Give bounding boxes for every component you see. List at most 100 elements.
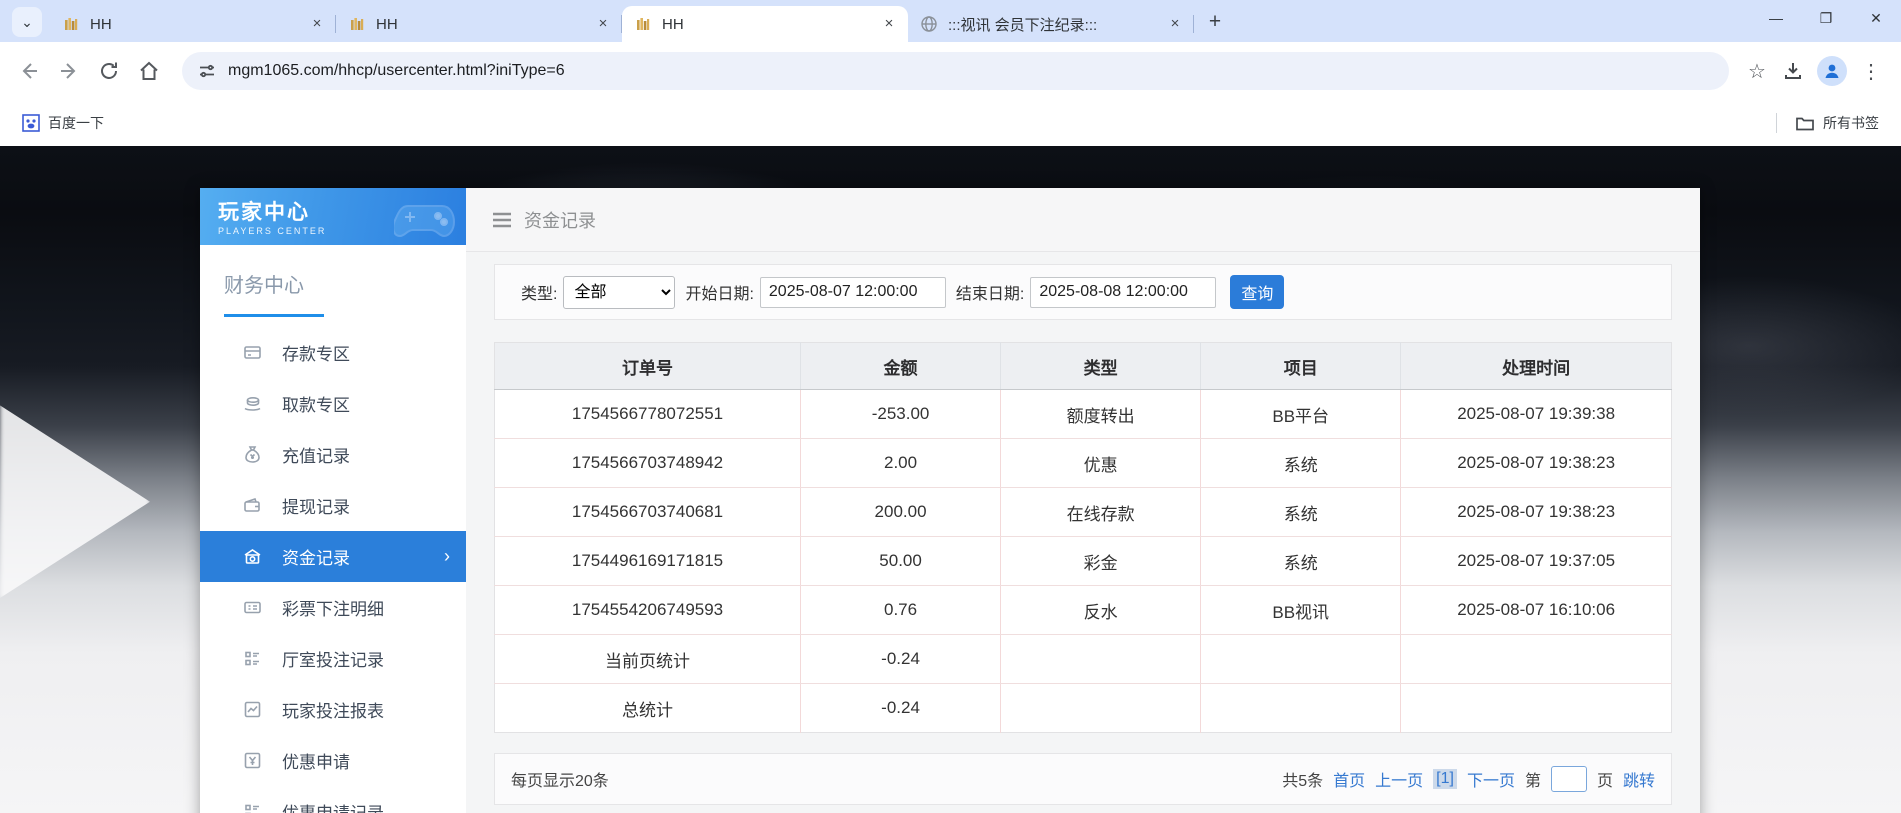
browser-toolbar: mgm1065.com/hhcp/usercenter.html?iniType… xyxy=(0,42,1901,100)
sidebar-menu: 存款专区 取款专区 充值记录 xyxy=(200,327,466,813)
sidebar: 玩家中心 PLAYERS CENTER 财务中心 存款专区 xyxy=(200,188,466,813)
tab-strip: ⌄ HH × HH × HH × :::视讯 会员下注 xyxy=(0,0,1901,42)
table-cell xyxy=(1401,684,1672,733)
forward-icon[interactable] xyxy=(52,54,86,88)
table-cell: 1754496169171815 xyxy=(495,537,801,586)
table-cell: 2025-08-07 19:37:05 xyxy=(1401,537,1672,586)
menu-dots-icon[interactable]: ⋮ xyxy=(1853,53,1889,89)
table-cell: 2.00 xyxy=(801,439,1001,488)
sidebar-item-label: 彩票下注明细 xyxy=(282,595,384,620)
url-text[interactable]: mgm1065.com/hhcp/usercenter.html?iniType… xyxy=(228,62,565,80)
column-header: 项目 xyxy=(1201,343,1401,390)
content-header: 资金记录 xyxy=(466,188,1700,252)
table-cell: 优惠 xyxy=(1001,439,1201,488)
table-cell xyxy=(1001,635,1201,684)
table-cell: 反水 xyxy=(1001,586,1201,635)
table-cell: 当前页统计 xyxy=(495,635,801,684)
tab-title: HH xyxy=(376,16,594,33)
download-icon[interactable] xyxy=(1775,53,1811,89)
prev-page-link[interactable]: 上一页 xyxy=(1375,767,1423,791)
toolbar-right: ☆ ⋮ xyxy=(1739,53,1889,89)
tab-4[interactable]: :::视讯 会员下注纪录::: × xyxy=(908,6,1194,42)
wallet-icon xyxy=(242,496,262,516)
table-cell: -0.24 xyxy=(801,684,1001,733)
bookmark-star-icon[interactable]: ☆ xyxy=(1739,53,1775,89)
table-cell xyxy=(1201,684,1401,733)
current-page-badge: [1] xyxy=(1433,769,1457,789)
back-icon[interactable] xyxy=(12,54,46,88)
tab-search-button[interactable]: ⌄ xyxy=(12,7,42,37)
table-cell: BB视讯 xyxy=(1201,586,1401,635)
promo-gift-icon xyxy=(242,751,262,771)
tab-close-icon[interactable]: × xyxy=(880,15,898,33)
sidebar-header: 玩家中心 PLAYERS CENTER xyxy=(200,188,466,245)
per-page-text: 每页显示20条 xyxy=(511,767,609,791)
sidebar-item-deposit-zone[interactable]: 存款专区 xyxy=(200,327,466,378)
url-bar[interactable]: mgm1065.com/hhcp/usercenter.html?iniType… xyxy=(182,52,1729,90)
withdraw-hand-icon xyxy=(242,394,262,414)
end-date-input[interactable] xyxy=(1030,277,1216,308)
close-window-icon[interactable]: ✕ xyxy=(1851,0,1901,36)
web-page: 玩家中心 PLAYERS CENTER 财务中心 存款专区 xyxy=(0,146,1901,813)
sidebar-item-withdrawal-records[interactable]: 提现记录 xyxy=(200,480,466,531)
report-chart-icon xyxy=(242,700,262,720)
table-header-row: 订单号金额类型项目处理时间 xyxy=(495,343,1672,390)
filter-bar: 类型: 全部 开始日期: 结束日期: 查询 xyxy=(494,264,1672,320)
next-page-link[interactable]: 下一页 xyxy=(1467,767,1515,791)
end-date-label: 结束日期: xyxy=(956,280,1024,304)
bookmark-baidu[interactable]: 百度一下 xyxy=(14,109,112,137)
tab-3-active[interactable]: HH × xyxy=(622,6,908,42)
tab-2[interactable]: HH × xyxy=(336,6,622,42)
profile-avatar[interactable] xyxy=(1817,56,1847,86)
maximize-icon[interactable]: ❐ xyxy=(1801,0,1851,36)
baidu-favicon xyxy=(22,114,40,132)
table-cell: -0.24 xyxy=(801,635,1001,684)
sidebar-item-promo-application-records[interactable]: 优惠申请记录 xyxy=(200,786,466,813)
section-divider xyxy=(200,314,466,317)
page-title: 资金记录 xyxy=(524,207,596,233)
table-row: 17545667037489422.00优惠系统2025-08-07 19:38… xyxy=(495,439,1672,488)
tab-title: :::视讯 会员下注纪录::: xyxy=(948,14,1166,35)
tab-close-icon[interactable]: × xyxy=(594,15,612,33)
table-cell: 1754554206749593 xyxy=(495,586,801,635)
start-date-input[interactable] xyxy=(760,277,946,308)
new-tab-button[interactable]: + xyxy=(1200,7,1230,37)
total-count: 共5条 xyxy=(1282,767,1323,791)
tab-1[interactable]: HH × xyxy=(50,6,336,42)
sidebar-item-lottery-bet-details[interactable]: 彩票下注明细 xyxy=(200,582,466,633)
reload-icon[interactable] xyxy=(92,54,126,88)
sidebar-item-player-bet-report[interactable]: 玩家投注报表 xyxy=(200,684,466,735)
tab-close-icon[interactable]: × xyxy=(1166,15,1184,33)
table-cell: 系统 xyxy=(1201,488,1401,537)
all-bookmarks[interactable]: 所有书签 xyxy=(1787,109,1887,137)
sidebar-item-hall-bet-records[interactable]: 厅室投注记录 xyxy=(200,633,466,684)
tab-close-icon[interactable]: × xyxy=(308,15,326,33)
gold-bars-favicon xyxy=(634,15,652,33)
type-select[interactable]: 全部 xyxy=(563,276,675,309)
table-row: 当前页统计-0.24 xyxy=(495,635,1672,684)
sidebar-item-promo-application[interactable]: 优惠申请 xyxy=(200,735,466,786)
sidebar-item-withdraw-zone[interactable]: 取款专区 xyxy=(200,378,466,429)
table-cell: 2025-08-07 19:38:23 xyxy=(1401,439,1672,488)
sidebar-item-label: 充值记录 xyxy=(282,442,350,467)
sidebar-item-label: 优惠申请记录 xyxy=(282,799,384,813)
home-icon[interactable] xyxy=(132,54,166,88)
sidebar-item-recharge-records[interactable]: 充值记录 xyxy=(200,429,466,480)
page-number-input[interactable] xyxy=(1551,766,1587,792)
moneybag-icon xyxy=(242,445,262,465)
jump-prefix: 第 xyxy=(1525,767,1541,791)
sidebar-item-label: 取款专区 xyxy=(282,391,350,416)
content-body: 类型: 全部 开始日期: 结束日期: 查询 订单号金额类型项目处理时间 1754… xyxy=(466,252,1700,805)
jump-link[interactable]: 跳转 xyxy=(1623,767,1655,791)
minimize-icon[interactable]: — xyxy=(1751,0,1801,36)
sidebar-item-label: 优惠申请 xyxy=(282,748,350,773)
first-page-link[interactable]: 首页 xyxy=(1333,767,1365,791)
records-table: 订单号金额类型项目处理时间 1754566778072551-253.00额度转… xyxy=(494,342,1672,733)
search-button[interactable]: 查询 xyxy=(1230,275,1284,309)
table-cell: 1754566703748942 xyxy=(495,439,801,488)
bookmark-label: 百度一下 xyxy=(48,113,104,133)
gold-bars-favicon xyxy=(348,15,366,33)
hamburger-icon[interactable] xyxy=(492,212,512,228)
sidebar-item-fund-records[interactable]: 资金记录 › xyxy=(200,531,466,582)
site-info-icon[interactable] xyxy=(198,62,216,80)
